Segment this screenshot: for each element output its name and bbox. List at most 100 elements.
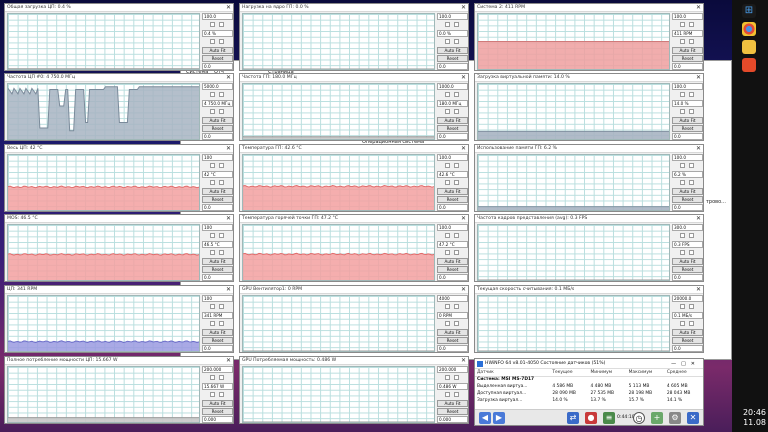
max-value-field[interactable]: 100 xyxy=(202,154,233,161)
checkbox[interactable] xyxy=(219,39,224,44)
min-value-field[interactable]: 0.0 xyxy=(672,204,703,211)
network-icon[interactable]: ⇄ xyxy=(567,412,579,424)
checkbox[interactable] xyxy=(210,109,215,114)
reset-button[interactable]: Reset xyxy=(437,266,468,273)
graph-window-cpu-clock[interactable]: Частота ЦП #0: 4 750.0 МГц ✕ 5000.0 4 750.0… xyxy=(4,73,234,141)
checkbox[interactable] xyxy=(689,39,694,44)
close-icon[interactable]: ✕ xyxy=(226,357,231,365)
checkbox[interactable] xyxy=(210,92,215,97)
checkbox[interactable] xyxy=(680,250,685,255)
checkbox[interactable] xyxy=(454,109,459,114)
reset-button[interactable]: Reset xyxy=(202,125,233,132)
app-icon-red[interactable] xyxy=(742,58,756,72)
window-controls[interactable]: —□✕ xyxy=(671,359,700,369)
checkbox[interactable] xyxy=(680,109,685,114)
reset-button[interactable]: Reset xyxy=(672,337,703,344)
checkbox[interactable] xyxy=(445,92,450,97)
close-icon[interactable]: ✕ xyxy=(226,286,231,294)
min-value-field[interactable]: 0.000 xyxy=(437,416,468,423)
reset-button[interactable]: Reset xyxy=(672,55,703,62)
min-value-field[interactable]: 0.0 xyxy=(202,204,233,211)
checkbox[interactable] xyxy=(454,321,459,326)
graph-window-gpu-hotspot[interactable]: Температура горячей точки ГП: 47.2 °C ✕ 10… xyxy=(239,214,469,282)
table-row[interactable]: Выделенная виртуа... 4 586 MB 4 480 MB 5 11… xyxy=(475,383,703,390)
table-row[interactable]: Загрузка виртуал... 14.0 % 13.7 % 15.7 % 14.… xyxy=(475,397,703,404)
checkbox[interactable] xyxy=(210,250,215,255)
min-value-field[interactable]: 0.000 xyxy=(202,416,233,423)
max-value-field[interactable]: 200.000 xyxy=(437,366,468,373)
col-avg[interactable]: Среднее xyxy=(664,369,703,377)
graph-window-mos-temp[interactable]: MOS: 46.5 °C ✕ 100 46.5 °C Auto Fit Reset 0.0 xyxy=(4,214,234,282)
graph-window-gpu-core-load[interactable]: Нагрузка на ядро ГП: 0.0 % ✕ 100.0 0.0 % Aut… xyxy=(239,3,469,71)
checkbox[interactable] xyxy=(219,233,224,238)
checkbox[interactable] xyxy=(680,233,685,238)
graph-window-mem-use[interactable]: Использование памяти ГП: 6.2 % ✕ 100.0 6.2 … xyxy=(474,144,704,212)
checkbox[interactable] xyxy=(689,180,694,185)
close-icon[interactable]: ✕ xyxy=(696,74,701,82)
autofit-button[interactable]: Auto Fit xyxy=(202,400,233,407)
checkbox[interactable] xyxy=(689,92,694,97)
checkbox[interactable] xyxy=(454,39,459,44)
reset-button[interactable]: Reset xyxy=(672,125,703,132)
graph-window-fps[interactable]: Частота кадров представления (avg): 0.3 … xyxy=(474,214,704,282)
graph-window-gpu-fan[interactable]: GPU Вентилятор1: 0 RPM ✕ 4000 0 RPM Auto Fit… xyxy=(239,285,469,353)
max-value-field[interactable]: 100.0 xyxy=(437,154,468,161)
checkbox[interactable] xyxy=(445,109,450,114)
checkbox[interactable] xyxy=(445,375,450,380)
autofit-button[interactable]: Auto Fit xyxy=(672,47,703,54)
min-value-field[interactable]: 0.0 xyxy=(437,133,468,140)
checkbox[interactable] xyxy=(454,233,459,238)
checkbox[interactable] xyxy=(210,180,215,185)
graph-window-read-speed[interactable]: Текущая скорость считывания: 0.1 МБ/s ✕ 20… xyxy=(474,285,704,353)
max-value-field[interactable]: 300.0 xyxy=(672,224,703,231)
checkbox[interactable] xyxy=(454,92,459,97)
hwinfo-titlebar[interactable]: HWiNFO 64 v8.01-4050 Состояние датчиков … xyxy=(475,359,703,369)
autofit-button[interactable]: Auto Fit xyxy=(672,258,703,265)
col-sensor[interactable]: Датчик xyxy=(475,369,551,377)
checkbox[interactable] xyxy=(445,163,450,168)
graph-window-cpu-fan[interactable]: ЦП: 341 RPM ✕ 100 341 RPM Auto Fit Reset 0.0 xyxy=(4,285,234,353)
checkbox[interactable] xyxy=(680,22,685,27)
close-icon[interactable]: ✕ xyxy=(461,286,466,294)
checkbox[interactable] xyxy=(219,109,224,114)
checkbox[interactable] xyxy=(210,321,215,326)
checkbox[interactable] xyxy=(210,22,215,27)
checkbox[interactable] xyxy=(210,375,215,380)
max-value-field[interactable]: 4000 xyxy=(437,295,468,302)
checkbox[interactable] xyxy=(689,233,694,238)
checkbox[interactable] xyxy=(219,163,224,168)
max-value-field[interactable]: 20000.0 xyxy=(672,295,703,302)
nav-arrows-icon[interactable]: ◀ xyxy=(479,412,491,424)
min-value-field[interactable]: 0.0 xyxy=(672,133,703,140)
reset-button[interactable]: Reset xyxy=(202,55,233,62)
checkbox[interactable] xyxy=(445,250,450,255)
reset-button[interactable]: Reset xyxy=(437,196,468,203)
reset-button[interactable]: Reset xyxy=(202,337,233,344)
checkbox[interactable] xyxy=(210,392,215,397)
close-icon[interactable]: ✕ xyxy=(696,215,701,223)
min-value-field[interactable]: 0.0 xyxy=(672,274,703,281)
clock-icon[interactable]: ◷ xyxy=(633,412,645,424)
max-value-field[interactable]: 5000.0 xyxy=(202,83,233,90)
graph-window-cpu-power[interactable]: Полное потребление мощности ЦП: 15.667 W… xyxy=(4,356,234,424)
clock-time[interactable]: 20:46 xyxy=(743,408,766,417)
checkbox[interactable] xyxy=(680,304,685,309)
checkbox[interactable] xyxy=(219,321,224,326)
checkbox[interactable] xyxy=(454,375,459,380)
autofit-button[interactable]: Auto Fit xyxy=(437,47,468,54)
reset-button[interactable]: Reset xyxy=(437,337,468,344)
close-icon[interactable]: ✕ xyxy=(696,286,701,294)
col-current[interactable]: Текущее xyxy=(550,369,589,377)
reset-button[interactable]: Reset xyxy=(202,196,233,203)
graph-window-gpu-temp[interactable]: Температура ГП: 42.6 °C ✕ 100.0 42.6 °C Auto… xyxy=(239,144,469,212)
close-icon[interactable]: ✕ xyxy=(687,412,699,424)
autofit-button[interactable]: Auto Fit xyxy=(672,188,703,195)
checkbox[interactable] xyxy=(454,163,459,168)
checkbox[interactable] xyxy=(680,321,685,326)
checkbox[interactable] xyxy=(454,392,459,397)
checkbox[interactable] xyxy=(445,39,450,44)
graph-window-fan-system[interactable]: Система 2: 411 RPM ✕ 100.0 411 RPM Auto Fit R… xyxy=(474,3,704,71)
min-value-field[interactable]: 0.0 xyxy=(202,274,233,281)
min-value-field[interactable]: 0.0 xyxy=(202,63,233,70)
max-value-field[interactable]: 100.0 xyxy=(672,83,703,90)
